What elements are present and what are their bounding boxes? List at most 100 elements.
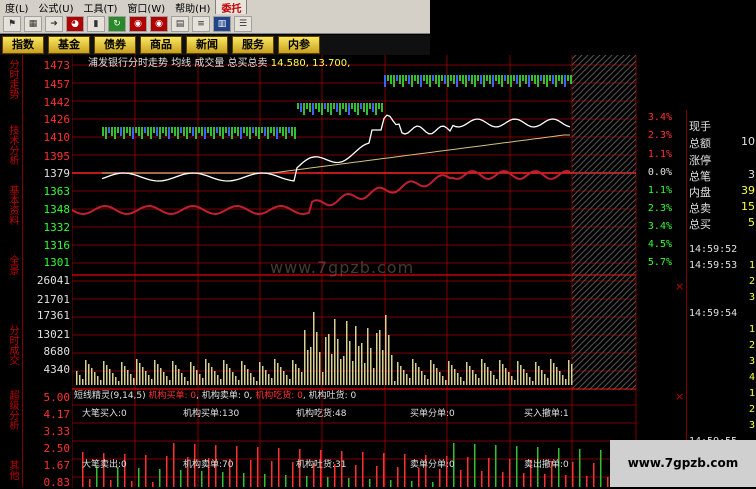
notepad-icon[interactable]: ▤	[171, 15, 189, 32]
tick-row: 2	[748, 340, 755, 351]
indicator-bar	[89, 479, 91, 487]
flow-bar	[414, 75, 416, 81]
indicator-bar	[439, 469, 441, 487]
volume-bar	[349, 341, 351, 385]
candle-icon[interactable]: ▮	[87, 15, 105, 32]
flow-bar	[255, 127, 257, 136]
menu-tools[interactable]: 工具(T)	[79, 0, 123, 15]
volume-bar	[130, 374, 132, 385]
price-tick: 1348	[43, 203, 71, 216]
flag-icon[interactable]: ⚑	[3, 15, 21, 32]
tab-panorama[interactable]: 全景	[2, 255, 18, 275]
volume-bar	[358, 346, 360, 385]
arrow-right-icon[interactable]: ➜	[45, 15, 63, 32]
nav-service[interactable]: 服务	[232, 36, 274, 54]
volume-bar	[223, 360, 225, 385]
volume-bar	[286, 375, 288, 385]
volume-bar	[298, 368, 300, 385]
tab-tick-trades[interactable]: 分时成交	[2, 325, 18, 365]
volume-tick: 8680	[43, 345, 71, 358]
nav-commodity[interactable]: 商品	[140, 36, 182, 54]
bars-icon[interactable]: ▥	[213, 15, 231, 32]
tick-row: 2	[748, 276, 755, 287]
nav-index[interactable]: 指数	[2, 36, 44, 54]
indicator-bar	[362, 452, 364, 487]
tab-super-analysis[interactable]: 超级分析	[2, 390, 18, 430]
flow-bar	[444, 75, 446, 84]
flow-bar	[252, 127, 254, 133]
volume-bar	[496, 379, 498, 385]
disc-icon[interactable]: ◉	[150, 15, 168, 32]
volume-bar	[529, 377, 531, 385]
quote-panel: 现手 总额 10 涨停 总笔 3 内盘 39 总卖 15 总买 5 14:59:52 14…	[686, 110, 756, 487]
flow-bar	[459, 75, 461, 81]
flow-bar	[420, 75, 422, 87]
menu-window[interactable]: 窗口(W)	[122, 0, 170, 15]
flow-bar	[468, 75, 470, 81]
flow-bar	[177, 127, 179, 139]
indicator-bar	[516, 446, 518, 487]
flow-bar	[453, 75, 455, 84]
indicator-bar	[397, 467, 399, 487]
indicator-bar	[131, 481, 133, 487]
tab-technical[interactable]: 技术分析	[2, 125, 18, 165]
flow-bar	[429, 75, 431, 87]
flow-bar	[105, 127, 107, 139]
disc-icon[interactable]: ◉	[129, 15, 147, 32]
volume-bar	[184, 377, 186, 385]
nav-fund[interactable]: 基金	[48, 36, 90, 54]
price-tick: 1426	[43, 113, 71, 126]
indicator-f1: 机构买单: 0	[148, 391, 197, 401]
flow-bar	[351, 103, 353, 109]
close-icon[interactable]: ×	[675, 280, 684, 293]
flow-bar	[258, 127, 260, 139]
menu-help[interactable]: 帮助(H)	[170, 0, 215, 15]
flow-bar	[555, 75, 557, 87]
pie-chart-icon[interactable]: ◕	[66, 15, 84, 32]
nav-bond[interactable]: 债券	[94, 36, 136, 54]
tab-intraday[interactable]: 分时走势	[2, 59, 18, 99]
indicator-bar	[607, 477, 609, 487]
flow-bar	[471, 75, 473, 84]
corner-watermark: www.7gpzb.com	[610, 440, 756, 487]
tab-fundamentals[interactable]: 基本资料	[2, 185, 18, 225]
indicator-bar	[383, 453, 385, 487]
indicator-bar	[201, 471, 203, 487]
volume-bar	[451, 365, 453, 385]
indicator-bar	[166, 456, 168, 487]
menu-formula[interactable]: 公式(U)	[33, 0, 78, 15]
future-area	[572, 55, 636, 390]
chart-legend: 均线 成交量 总买总卖	[171, 58, 268, 69]
stat-buy-cancel: 买入撤单:1	[524, 409, 569, 419]
volume-bar	[268, 374, 270, 385]
volume-bar	[478, 378, 480, 385]
volume-bar	[181, 373, 183, 385]
flow-bar	[423, 75, 425, 81]
refresh-icon[interactable]: ↻	[108, 15, 126, 32]
tab-other[interactable]: 其他	[2, 460, 18, 480]
nav-news[interactable]: 新闻	[186, 36, 228, 54]
volume-bar	[160, 368, 162, 385]
indicator-bar	[355, 465, 357, 487]
close-icon[interactable]: ×	[675, 390, 684, 403]
flow-bar	[282, 127, 284, 136]
list-icon[interactable]: ☰	[234, 15, 252, 32]
volume-bar	[271, 378, 273, 385]
nav-insider[interactable]: 内参	[278, 36, 320, 54]
indicator-bar	[432, 482, 434, 487]
volume-bar	[202, 378, 204, 385]
volume-bar	[382, 350, 384, 385]
flow-bar	[135, 127, 137, 133]
volume-bar	[511, 376, 513, 385]
stack-icon[interactable]: ≡	[192, 15, 210, 32]
indicator-bar	[404, 454, 406, 487]
flow-bar	[495, 75, 497, 81]
volume-bar	[355, 326, 357, 385]
menu-view[interactable]: 度(L)	[0, 0, 33, 15]
percent-tick: 5.7%	[647, 257, 672, 268]
flow-bar	[159, 127, 161, 139]
volume-bar	[559, 371, 561, 385]
grid-icon[interactable]: ▦	[24, 15, 42, 32]
flow-bar	[192, 127, 194, 136]
stat-big-sell: 大笔卖出:0	[82, 460, 127, 470]
